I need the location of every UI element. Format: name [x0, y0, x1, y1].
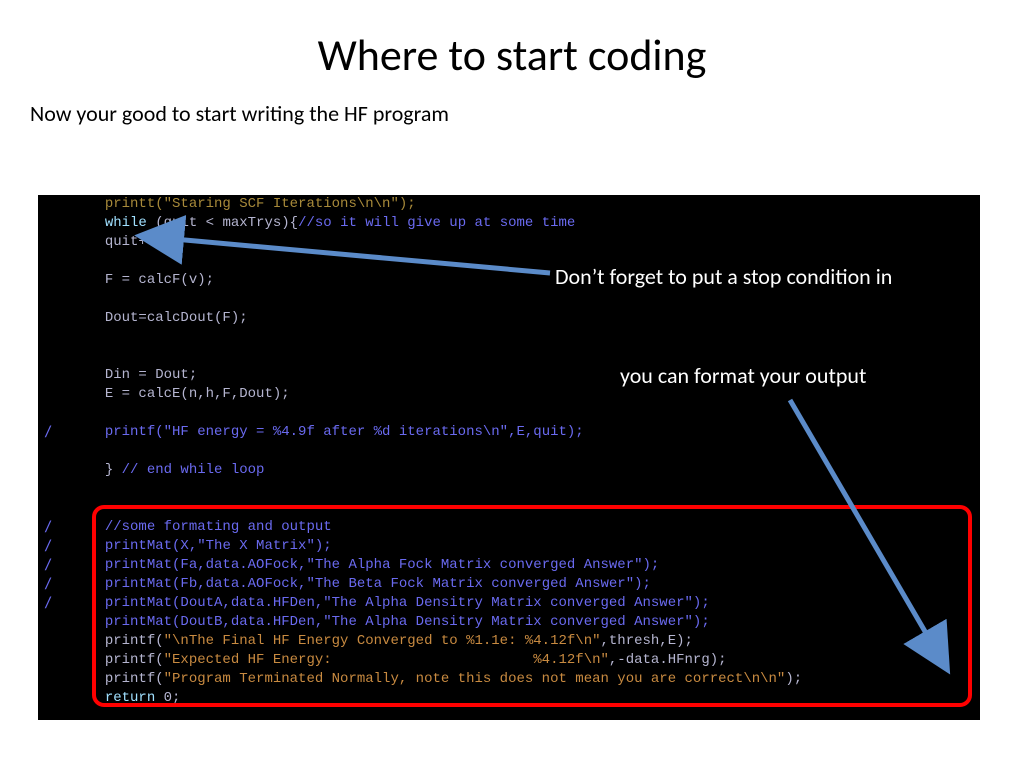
annotation-format-output: you can format your output: [620, 362, 866, 389]
slide-title: Where to start coding: [0, 0, 1024, 100]
slide-subtitle: Now your good to start writing the HF pr…: [0, 100, 1024, 133]
gutter-slashes: / / / / / /: [44, 195, 52, 632]
annotation-stop-condition: Don’t forget to put a stop condition in: [555, 263, 892, 290]
